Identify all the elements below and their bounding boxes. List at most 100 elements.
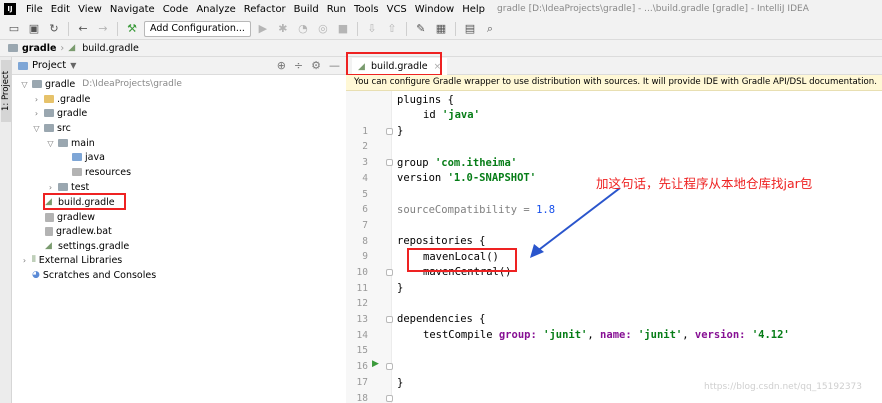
settings-wrench-icon[interactable]: ✎	[413, 21, 429, 37]
folder-icon	[44, 124, 54, 132]
tree-item-gradle[interactable]: › gradle	[32, 106, 87, 120]
left-tool-strip: 1: Project	[0, 57, 12, 403]
sync-icon[interactable]: ↻	[46, 21, 62, 37]
tree-item-gradle-root[interactable]: ▽ gradle D:\IdeaProjects\gradle	[20, 77, 182, 91]
tree-item-scratches[interactable]: ◕ Scratches and Consoles	[32, 268, 156, 282]
gear-icon[interactable]: ⚙	[311, 59, 321, 72]
chevron-down-icon[interactable]: ▽	[32, 124, 41, 133]
code-token: sourceCompatibility =	[397, 204, 537, 216]
fold-marker-icon[interactable]	[386, 316, 393, 323]
chevron-down-icon[interactable]: ▽	[20, 80, 29, 89]
collapse-all-icon[interactable]: ÷	[294, 59, 303, 72]
chevron-down-icon[interactable]: ▽	[46, 139, 55, 148]
window-title: gradle [D:\IdeaProjects\gradle] - ...\bu…	[497, 4, 809, 14]
line-number: 14	[356, 330, 368, 341]
menu-refactor[interactable]: Refactor	[240, 4, 290, 15]
run-icon[interactable]: ▶	[255, 21, 271, 37]
tree-item-label: .gradle	[57, 93, 91, 105]
menu-file[interactable]: File	[22, 4, 47, 15]
line-number: 9	[362, 251, 368, 262]
menu-help[interactable]: Help	[458, 4, 489, 15]
intellij-logo-icon: IJ	[4, 3, 16, 15]
build-hammer-icon[interactable]: ⚒	[124, 21, 140, 37]
fold-marker-icon[interactable]	[386, 159, 393, 166]
debug-icon[interactable]: ✱	[275, 21, 291, 37]
hide-panel-icon[interactable]: —	[329, 59, 340, 72]
forward-arrow-icon[interactable]: →	[95, 21, 111, 37]
code-line-18: }	[397, 377, 404, 389]
menu-code[interactable]: Code	[159, 4, 193, 15]
chevron-right-icon[interactable]: ›	[20, 256, 29, 265]
code-string: 'java'	[441, 109, 480, 121]
locate-target-icon[interactable]: ⊕	[277, 59, 286, 72]
fold-marker-icon[interactable]	[386, 269, 393, 276]
menu-build[interactable]: Build	[290, 4, 323, 15]
run-gutter-icon[interactable]: ▶	[372, 359, 379, 369]
menu-navigate[interactable]: Navigate	[106, 4, 159, 15]
search-icon[interactable]: ⌕	[482, 21, 498, 37]
project-tool-tab-label: 1: Project	[1, 70, 11, 112]
fold-marker-icon[interactable]	[386, 395, 393, 402]
tree-item-label: gradlew	[57, 211, 96, 223]
project-structure-icon[interactable]: ▦	[433, 21, 449, 37]
menu-window[interactable]: Window	[411, 4, 458, 15]
vcs-update-icon[interactable]: ⇩	[364, 21, 380, 37]
menu-edit[interactable]: Edit	[47, 4, 74, 15]
breadcrumb-file[interactable]: build.gradle	[82, 43, 139, 54]
tree-item-settings-gradle[interactable]: ◢ settings.gradle	[45, 239, 129, 253]
profile-icon[interactable]: ◎	[315, 21, 331, 37]
tree-item-label: gradlew.bat	[56, 225, 112, 237]
main-toolbar: ▭ ▣ ↻ ← → ⚒ Add Configuration... ▶ ✱ ◔ ◎…	[0, 18, 882, 40]
tree-item-label: test	[71, 181, 90, 193]
project-tool-tab[interactable]: 1: Project	[1, 60, 11, 122]
tree-item-java[interactable]: java	[72, 150, 105, 164]
line-number: 12	[356, 298, 368, 309]
tree-item-label: resources	[85, 166, 132, 178]
project-view-selector[interactable]: Project	[32, 60, 66, 71]
fold-marker-icon[interactable]	[386, 363, 393, 370]
code-named-arg: group:	[498, 329, 544, 341]
code-line-10: repositories {	[397, 235, 486, 247]
gradle-file-icon: ◢	[45, 241, 52, 251]
tree-item-test[interactable]: › test	[46, 180, 89, 194]
annotation-arrow-icon	[530, 187, 621, 258]
menu-view[interactable]: View	[74, 4, 106, 15]
vcs-commit-icon[interactable]: ⇧	[384, 21, 400, 37]
fold-marker-icon[interactable]	[386, 128, 393, 135]
coverage-icon[interactable]: ◔	[295, 21, 311, 37]
breadcrumb-project[interactable]: gradle	[22, 43, 56, 54]
code-string: 'junit'	[543, 329, 588, 341]
chevron-right-icon[interactable]: ›	[46, 183, 55, 192]
tree-item-label: External Libraries	[38, 254, 123, 266]
code-editor[interactable]: plugins { id 'java' } group 'com.itheima…	[393, 91, 882, 403]
menu-run[interactable]: Run	[323, 4, 350, 15]
back-arrow-icon[interactable]: ←	[75, 21, 91, 37]
code-token: id	[423, 109, 442, 121]
menu-vcs[interactable]: VCS	[383, 4, 411, 15]
tree-item-external-libraries[interactable]: › ⫴ External Libraries	[20, 253, 122, 267]
terminal-icon[interactable]: ▤	[462, 21, 478, 37]
highlight-box-tree-build-gradle	[43, 193, 126, 210]
tree-item-resources[interactable]: resources	[72, 165, 131, 179]
tree-item-dot-gradle[interactable]: › .gradle	[32, 92, 90, 106]
tree-item-main[interactable]: ▽ main	[46, 136, 94, 150]
folder-icon	[44, 109, 54, 117]
folder-icon	[44, 95, 54, 103]
chevron-right-icon[interactable]: ›	[32, 109, 41, 118]
tree-item-gradlew-bat[interactable]: gradlew.bat	[45, 224, 112, 238]
code-line-5: group 'com.itheima'	[397, 156, 517, 171]
tree-item-label: gradle	[45, 78, 76, 90]
tree-item-src[interactable]: ▽ src	[32, 121, 70, 135]
menu-analyze[interactable]: Analyze	[192, 4, 239, 15]
stop-icon[interactable]: ■	[335, 21, 351, 37]
chevron-right-icon[interactable]: ›	[32, 95, 41, 104]
add-configuration-button[interactable]: Add Configuration...	[144, 20, 251, 37]
chevron-down-icon[interactable]: ▼	[70, 61, 76, 70]
tree-item-gradlew[interactable]: gradlew	[45, 210, 95, 224]
menu-tools[interactable]: Tools	[350, 4, 383, 15]
toolbar-separator	[68, 21, 69, 36]
tree-item-path: D:\IdeaProjects\gradle	[82, 79, 182, 89]
code-line-13: }	[397, 282, 404, 294]
open-folder-icon[interactable]: ▭	[6, 21, 22, 37]
save-icon[interactable]: ▣	[26, 21, 42, 37]
